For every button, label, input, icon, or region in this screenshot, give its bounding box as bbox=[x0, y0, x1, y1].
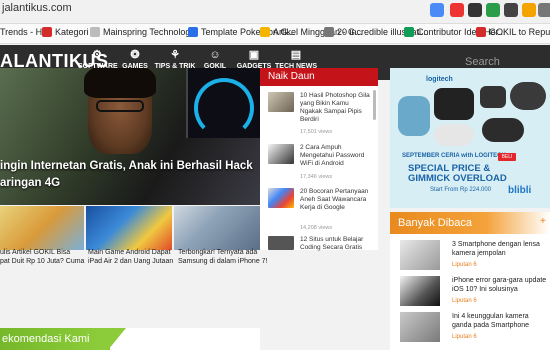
naik-daun-header: Naik Daun bbox=[260, 68, 378, 86]
popular-title: iPhone error gara-gara update iOS 10? In… bbox=[452, 277, 547, 293]
bookmark-icon bbox=[90, 27, 100, 37]
extension-icon[interactable] bbox=[522, 3, 536, 17]
trending-title: 20 Bocoran Pertanyaan Aneh Saat Wawancar… bbox=[300, 188, 369, 211]
logitech-ad[interactable]: logitech SEPTEMBER CERIA with LOGITECH B… bbox=[390, 68, 550, 208]
extension-icon[interactable] bbox=[504, 3, 518, 17]
bookmark-icon bbox=[476, 27, 486, 37]
thumbnail-gokil[interactable] bbox=[0, 206, 84, 250]
ad-special-price: SPECIAL PRICE & GIMMICK OVERLOAD bbox=[408, 163, 507, 184]
thumbnail-caption[interactable]: ulis Artikel GOKIL Bisa pat Duit Rp 10 J… bbox=[0, 248, 84, 266]
url-field[interactable]: jalantikus.com bbox=[2, 2, 72, 14]
ad-gadget-gamepad-black bbox=[482, 118, 524, 142]
hero-photo-hair bbox=[84, 68, 156, 98]
view-count: 14,208 views bbox=[300, 225, 333, 231]
thumbnail-caption[interactable]: Terbongkar! Ternyata ada Samsung di dala… bbox=[178, 248, 268, 266]
menu-icon[interactable] bbox=[538, 3, 550, 17]
extension-icon[interactable] bbox=[468, 3, 482, 17]
trending-thumb bbox=[268, 236, 294, 250]
bookmarks-bar: Trends - Hot Kategori Mainspring Technol… bbox=[0, 24, 550, 44]
ad-brand: logitech bbox=[426, 76, 453, 83]
bookmark-icon bbox=[324, 27, 334, 37]
view-count: 17,501 views bbox=[300, 129, 333, 135]
ad-gadget-mouse bbox=[398, 96, 430, 136]
smile-icon: ☺ bbox=[209, 49, 221, 61]
extension-icon[interactable] bbox=[486, 3, 500, 17]
plus-icon[interactable]: + bbox=[540, 216, 546, 227]
banyak-dibaca-header: Banyak Dibaca bbox=[390, 212, 550, 234]
ad-gadget-webcam-2 bbox=[510, 82, 546, 110]
ad-gadget-webcam bbox=[480, 86, 506, 108]
trending-title: 2 Cara Ampuh Mengetahui Password WiFi di… bbox=[300, 144, 365, 167]
banyak-dibaca-panel: Banyak Dibaca 3 Smartphone dengan lensa … bbox=[390, 212, 550, 350]
header-arrow-shape bbox=[108, 328, 126, 350]
tools-icon: ⚘ bbox=[170, 49, 180, 61]
bookmark-item[interactable]: Mainspring Technolog... bbox=[90, 27, 198, 37]
rekomendasi-header: ekomendasi Kami bbox=[0, 328, 110, 350]
bookmark-label: Mainspring Technolog... bbox=[103, 27, 198, 37]
scrollbar-thumb[interactable] bbox=[373, 90, 376, 120]
trending-thumb bbox=[268, 92, 294, 112]
thumbnail-iphone[interactable] bbox=[174, 206, 260, 250]
gauge-icon bbox=[194, 78, 254, 138]
thumbnail-caption[interactable]: Main Game Android Dapat iPad Air 2 dan U… bbox=[88, 248, 176, 266]
ad-price: Start From Rp 224.000 bbox=[430, 187, 492, 193]
trending-title: 10 Hasil Photoshop Gila yang Bikin Kamu … bbox=[300, 92, 370, 123]
star-icon[interactable] bbox=[430, 3, 444, 17]
popular-thumb bbox=[400, 240, 440, 270]
youtube-icon[interactable] bbox=[450, 3, 464, 17]
popular-source: Liputan 6 bbox=[452, 334, 477, 340]
bookmark-icon bbox=[260, 27, 270, 37]
bookmark-label: GOKIL to Repub - Go... bbox=[489, 27, 550, 37]
ad-gadget-gamepad bbox=[434, 124, 474, 146]
popular-source: Liputan 6 bbox=[452, 298, 477, 304]
trending-thumb bbox=[268, 188, 294, 208]
hero-title[interactable]: ingin Internetan Gratis, Anak ini Berhas… bbox=[0, 158, 258, 192]
beli-button[interactable]: BELI bbox=[498, 153, 516, 161]
bookmark-icon bbox=[188, 27, 198, 37]
popular-title: 3 Smartphone dengan lensa kamera jempola… bbox=[452, 241, 540, 257]
blibli-logo: blibli bbox=[508, 185, 532, 196]
thumbnail-game[interactable] bbox=[86, 206, 172, 250]
thumbnail-row bbox=[0, 206, 260, 250]
rekomendasi-section: ekomendasi Kami bbox=[0, 328, 260, 350]
naik-daun-panel: Naik Daun 10 Hasil Photoshop Gila yang B… bbox=[260, 68, 378, 251]
popular-title: Ini 4 keunggulan kamera ganda pada Smart… bbox=[452, 313, 530, 329]
bookmark-item[interactable]: GOKIL to Repub - Go... bbox=[476, 27, 550, 37]
software-icon: ⚙ bbox=[92, 49, 102, 61]
bookmark-label: Kategori bbox=[55, 27, 89, 37]
popular-source: Liputan 6 bbox=[452, 262, 477, 268]
glasses-shape bbox=[96, 100, 144, 112]
ad-promo: SEPTEMBER CERIA with LOGITECH bbox=[402, 153, 506, 159]
hero-article[interactable]: ingin Internetan Gratis, Anak ini Berhas… bbox=[0, 68, 260, 205]
bookmark-icon bbox=[42, 27, 52, 37]
speedtest-phone bbox=[186, 68, 260, 138]
trending-thumb bbox=[268, 144, 294, 164]
trending-title: 12 Situs untuk Belajar Coding Secara Gra… bbox=[300, 236, 364, 251]
bookmark-item[interactable]: Kategori bbox=[42, 27, 89, 37]
browser-address-bar: jalantikus.com bbox=[0, 0, 550, 24]
ad-gadget-mouse-black bbox=[434, 88, 474, 120]
tablet-icon: ▣ bbox=[248, 49, 260, 61]
bookmark-icon bbox=[404, 27, 414, 37]
view-count: 17,346 views bbox=[300, 174, 333, 180]
news-icon: ▤ bbox=[290, 49, 302, 61]
gamepad-icon: ❂ bbox=[130, 49, 140, 61]
popular-thumb bbox=[400, 276, 440, 306]
popular-thumb bbox=[400, 312, 440, 342]
